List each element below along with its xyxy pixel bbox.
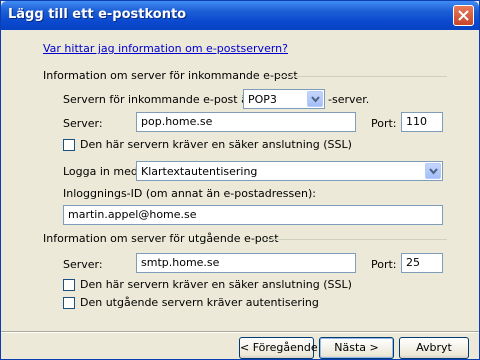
close-button[interactable] [453,5,474,26]
outgoing-group-label: Information om server för utgående e-pos… [43,232,279,245]
incoming-server-label: Server: [63,117,103,130]
login-id-label: Inloggnings-ID (om annat än e-postadress… [63,187,316,200]
incoming-type-suffix: -server. [328,93,370,106]
group-divider [267,239,447,241]
incoming-server-type-value: POP3 [248,93,277,106]
incoming-port-field[interactable]: 110 [401,112,443,132]
incoming-ssl-checkbox[interactable] [63,139,75,151]
back-button[interactable]: < Föregående [239,337,318,359]
login-method-label: Logga in med: [63,165,142,178]
dropdown-button[interactable] [425,163,441,179]
incoming-ssl-label: Den här servern kräver en säker anslutni… [80,138,352,151]
cancel-button[interactable]: Avbryt [399,337,469,359]
login-id-field[interactable]: martin.appel@home.se [63,205,443,225]
dropdown-button[interactable] [307,91,323,107]
title-bar: Lägg till ett e-postkonto [1,1,479,30]
window-title: Lägg till ett e-postkonto [8,7,187,22]
outgoing-auth-checkbox[interactable] [63,297,75,309]
outgoing-auth-label: Den utgående servern kräver autentiserin… [80,296,319,309]
outgoing-ssl-label: Den här servern kräver en säker anslutni… [80,278,352,291]
incoming-type-prefix: Servern för inkommande e-post är en [63,93,270,106]
chevron-down-icon [311,96,320,103]
next-button[interactable]: Nästa > [319,337,394,359]
outgoing-port-field[interactable]: 25 [401,253,443,273]
add-email-account-dialog: Lägg till ett e-postkonto Var hittar jag… [0,0,480,360]
outgoing-ssl-checkbox[interactable] [63,279,75,291]
group-divider [277,76,447,78]
incoming-port-label: Port: [371,117,397,130]
help-link[interactable]: Var hittar jag information om e-postserv… [43,42,288,55]
chevron-down-icon [429,168,438,175]
incoming-server-type-select[interactable]: POP3 [243,89,325,109]
login-method-value: Klartextautentisering [141,165,258,178]
close-icon [458,10,469,21]
incoming-server-field[interactable]: pop.home.se [136,112,356,132]
outgoing-server-label: Server: [63,258,103,271]
outgoing-server-field[interactable]: smtp.home.se [136,253,356,273]
incoming-group-label: Information om server för inkommande e-p… [43,69,298,82]
login-method-select[interactable]: Klartextautentisering [136,161,443,181]
outgoing-port-label: Port: [371,258,397,271]
footer-divider [1,331,479,333]
